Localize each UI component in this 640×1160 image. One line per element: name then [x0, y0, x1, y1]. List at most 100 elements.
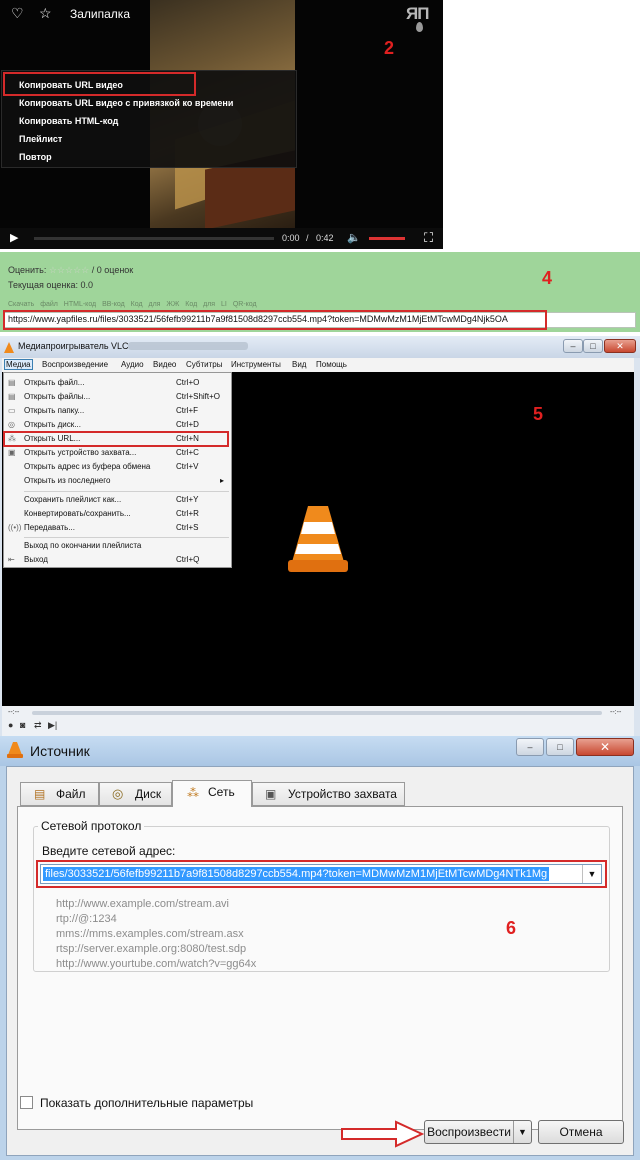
menu-item-open-capture[interactable]: Открыть устройство захвата...: [24, 448, 136, 457]
record-icon[interactable]: ●: [8, 720, 13, 730]
play-icon[interactable]: ▶: [10, 231, 18, 244]
media-menu: ▤ Открыть файл... Ctrl+O ▤ Открыть файлы…: [3, 372, 232, 568]
source-dialog: Источник – □ ✕ ▤ Файл ◎ Диск ⁂ Сеть ▣ Ус…: [0, 736, 640, 1160]
menu-item-playlist[interactable]: Плейлист: [19, 134, 62, 144]
play-button-label: Воспроизвести: [427, 1125, 511, 1139]
shortcut: Ctrl+D: [176, 420, 199, 429]
files-icon: ▤: [8, 392, 16, 401]
folder-icon: ▭: [8, 406, 16, 415]
vlc-cone-icon: [4, 342, 14, 353]
menu-view[interactable]: Вид: [292, 360, 306, 369]
download-links[interactable]: Скачать файл HTML-код BB-код Код для ЖЖ …: [8, 301, 257, 308]
seek-bar[interactable]: [34, 237, 274, 240]
menu-item-open-disc[interactable]: Открыть диск...: [24, 420, 81, 429]
address-label: Введите сетевой адрес:: [42, 844, 176, 858]
menu-tools[interactable]: Инструменты: [231, 360, 281, 369]
menu-item-open-recent[interactable]: Открыть из последнего: [24, 476, 110, 485]
vlc-cone-icon: [7, 742, 23, 758]
menu-item-convert[interactable]: Конвертировать/сохранить...: [24, 509, 131, 518]
star-icon[interactable]: ☆: [39, 5, 52, 22]
blurred-title: [128, 342, 248, 350]
time-separator: /: [306, 233, 309, 243]
menu-audio[interactable]: Аудио: [121, 360, 144, 369]
menu-playback[interactable]: Воспроизведение: [42, 360, 108, 369]
tab-label: Сеть: [208, 785, 235, 799]
highlight-box: [36, 860, 607, 888]
highlight-box: [3, 431, 229, 447]
player-controls: ▶ 0:00 / 0:42 🔈 ⛶: [0, 228, 443, 249]
fullscreen-icon[interactable]: ⛶: [424, 230, 433, 246]
highlight-box: [3, 310, 547, 330]
site-logo: ЯП: [406, 4, 429, 23]
rating-panel: Оценить: ☆☆☆☆☆ / 0 оценок Текущая оценка…: [0, 252, 640, 332]
menu-item-quit-after-playlist[interactable]: Выход по окончании плейлиста: [24, 541, 141, 550]
seek-bar[interactable]: [32, 711, 602, 715]
volume-slider[interactable]: [369, 237, 405, 240]
shortcut: Ctrl+R: [176, 509, 199, 518]
control-bar: --:-- --:-- ● ◙ ⇄ ▶|: [2, 706, 634, 736]
tab-file[interactable]: ▤ Файл: [20, 782, 99, 806]
menu-item-copy-html[interactable]: Копировать HTML-код: [19, 116, 118, 126]
menu-item-repeat[interactable]: Повтор: [19, 152, 52, 162]
shortcut: Ctrl+S: [176, 523, 199, 532]
shortcut: Ctrl+C: [176, 448, 199, 457]
menu-item-quit[interactable]: Выход: [24, 555, 48, 564]
step-number: 6: [506, 918, 517, 938]
tab-capture-device[interactable]: ▣ Устройство захвата: [252, 782, 405, 806]
menu-video[interactable]: Видео: [153, 360, 176, 369]
chevron-down-icon[interactable]: ▼: [513, 1121, 531, 1143]
loop-icon[interactable]: ⇄: [34, 720, 42, 731]
cancel-button[interactable]: Отмена: [538, 1120, 624, 1144]
maximize-button[interactable]: □: [546, 738, 574, 756]
menu-item-open-files[interactable]: Открыть файлы...: [24, 392, 90, 401]
tab-network[interactable]: ⁂ Сеть: [172, 780, 252, 807]
close-button[interactable]: ✕: [604, 339, 636, 353]
highlight-box: [3, 72, 196, 96]
step-number: 2: [384, 38, 395, 58]
menu-item-open-file[interactable]: Открыть файл...: [24, 378, 84, 387]
example-url: http://www.yourtube.com/watch?v=gg64x: [56, 958, 257, 970]
submenu-arrow-icon: ▸: [220, 476, 225, 485]
example-url: mms://mms.examples.com/stream.asx: [56, 928, 244, 940]
snapshot-icon[interactable]: ◙: [20, 720, 25, 730]
maximize-button[interactable]: □: [583, 339, 603, 353]
video-player: ♡ ☆ Залипалка ЯП 2 Копировать URL видео …: [0, 0, 443, 249]
disc-icon: ◎: [8, 420, 15, 429]
heart-icon[interactable]: ♡: [11, 5, 24, 22]
menu-item-copy-url-time[interactable]: Копировать URL видео с привязкой ко врем…: [19, 98, 233, 108]
capture-icon: ▣: [8, 448, 16, 457]
menu-separator: [24, 491, 229, 492]
pointer-arrow-icon: [341, 1120, 424, 1148]
menu-item-open-folder[interactable]: Открыть папку...: [24, 406, 84, 415]
shortcut: Ctrl+O: [176, 378, 200, 387]
volume-icon[interactable]: 🔈: [347, 231, 361, 244]
disc-icon: ◎: [112, 786, 124, 801]
minimize-button[interactable]: –: [563, 339, 583, 353]
dialog-titlebar: [0, 736, 640, 766]
menu-separator: [24, 537, 229, 538]
menu-item-open-clipboard[interactable]: Открыть адрес из буфера обмена: [24, 462, 150, 471]
vlc-window: Медиапроигрыватель VLC – □ ✕ Медиа Воспр…: [0, 336, 640, 742]
menu-item-stream[interactable]: Передавать...: [24, 523, 75, 532]
rate-count: / 0 оценок: [91, 265, 134, 275]
close-button[interactable]: ✕: [576, 738, 634, 756]
window-title: Медиапроигрыватель VLC: [18, 341, 129, 351]
shortcut: Ctrl+V: [176, 462, 199, 471]
show-more-label: Показать дополнительные параметры: [40, 1096, 254, 1110]
group-label: Сетевой протокол: [38, 819, 145, 833]
minimize-button[interactable]: –: [516, 738, 544, 756]
show-more-checkbox[interactable]: [20, 1096, 33, 1109]
menu-media[interactable]: Медиа: [4, 359, 33, 370]
current-rating: Текущая оценка: 0.0: [8, 280, 94, 290]
video-title: Залипалка: [70, 7, 130, 21]
shortcut: Ctrl+Q: [176, 555, 200, 564]
menu-item-save-playlist[interactable]: Сохранить плейлист как...: [24, 495, 121, 504]
rate-label: Оценить:: [8, 265, 47, 275]
menu-help[interactable]: Помощь: [316, 360, 347, 369]
menu-subtitles[interactable]: Субтитры: [186, 360, 222, 369]
tab-disc[interactable]: ◎ Диск: [99, 782, 172, 806]
frame-step-icon[interactable]: ▶|: [48, 720, 57, 731]
rating-stars[interactable]: ☆☆☆☆☆: [49, 265, 89, 275]
file-icon: ▤: [8, 378, 16, 387]
dialog-title: Источник: [30, 743, 90, 759]
